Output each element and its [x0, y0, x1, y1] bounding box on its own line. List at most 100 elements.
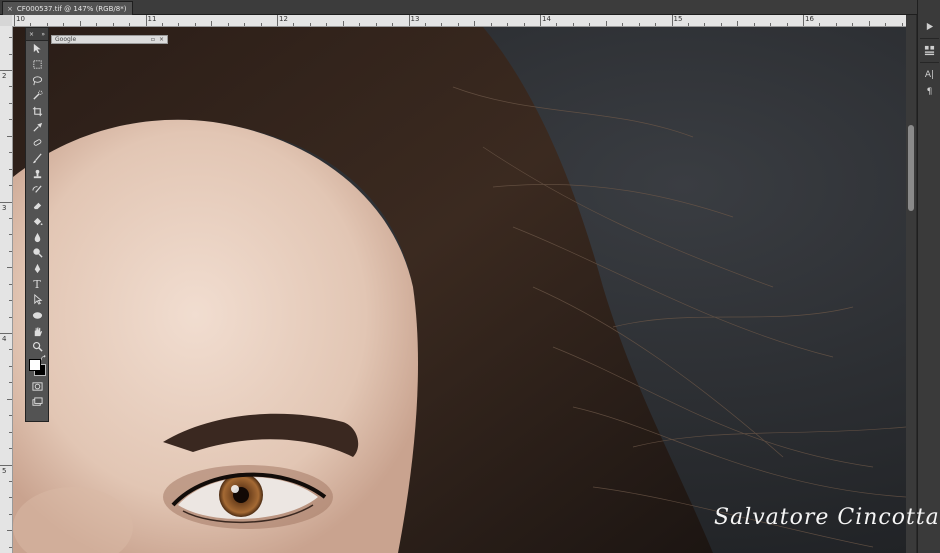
ruler-minor-tick: [737, 21, 739, 26]
tools-panel-header[interactable]: × »: [26, 28, 48, 41]
ruler-minor-tick: [79, 21, 81, 26]
ruler-minor-tick: [9, 152, 12, 154]
path-selection-tool[interactable]: [26, 292, 48, 308]
panel-close-icon[interactable]: ×: [29, 31, 34, 38]
ruler-minor-tick: [852, 23, 854, 26]
panel-close-icon[interactable]: ×: [159, 36, 164, 43]
foreground-color-swatch[interactable]: [29, 358, 41, 371]
color-swatches[interactable]: [26, 354, 48, 379]
ruler-minor-tick: [375, 23, 377, 26]
ruler-major-tick: [803, 15, 804, 26]
crop-tool[interactable]: [26, 104, 48, 120]
quick-selection-icon: [32, 90, 43, 101]
document-tab[interactable]: × CF000537.tif @ 147% (RGB/8*): [2, 1, 134, 15]
ruler-minor-tick: [9, 546, 12, 548]
move-tool[interactable]: [26, 41, 48, 57]
panel-collapse-icon[interactable]: »: [41, 31, 45, 38]
ruler-minor-tick: [655, 23, 657, 26]
dodge-tool[interactable]: [26, 245, 48, 261]
close-tab-icon[interactable]: ×: [7, 5, 13, 13]
ruler-minor-tick: [9, 37, 12, 39]
bandage-icon: [33, 139, 41, 147]
ruler-minor-tick: [7, 398, 12, 400]
ruler-minor-tick: [9, 365, 12, 367]
ruler-major-tick: [0, 333, 12, 334]
paint-bucket-tool[interactable]: [26, 214, 48, 230]
ruler-major-tick: [408, 15, 410, 26]
quick-selection-tool[interactable]: [26, 88, 48, 104]
ruler-minor-tick: [9, 497, 12, 499]
ruler-minor-tick: [457, 23, 459, 26]
hand-icon: [34, 327, 42, 336]
paragraph-icon: ¶: [926, 86, 933, 97]
ruler-minor-tick: [885, 23, 887, 26]
eyedropper-tool[interactable]: [26, 119, 48, 135]
type-tool[interactable]: T: [26, 276, 48, 292]
hand-tool[interactable]: [26, 323, 48, 339]
swap-colors-icon[interactable]: [40, 354, 47, 362]
brush-tool[interactable]: [26, 151, 48, 167]
ruler-major-tick: [540, 15, 541, 26]
ruler-minor-tick: [622, 23, 624, 26]
ruler-minor-tick: [7, 267, 12, 269]
portrait-image: [13, 27, 906, 553]
document-canvas[interactable]: [13, 27, 906, 553]
ruler-minor-tick: [9, 168, 12, 170]
vertical-ruler[interactable]: 2 3 4 5: [0, 26, 13, 553]
ruler-minor-tick: [589, 23, 591, 26]
ruler-label: 15: [673, 15, 683, 23]
marquee-icon: [32, 60, 42, 69]
ruler-label: 16: [805, 15, 814, 23]
ruler-minor-tick: [30, 23, 32, 26]
play-icon: [926, 22, 934, 31]
zoom-tool[interactable]: [26, 339, 48, 355]
vertical-scrollbar[interactable]: [906, 15, 916, 553]
path-selection-icon: [33, 294, 42, 306]
google-panel[interactable]: Google ▫ ×: [51, 35, 168, 44]
ruler-major-tick: [0, 70, 12, 71]
crop-icon: [32, 107, 42, 117]
healing-brush-tool[interactable]: [26, 135, 48, 151]
ellipse-tool[interactable]: [26, 308, 48, 324]
horizontal-ruler[interactable]: 10 11 12 13 14 15 16: [12, 15, 906, 27]
character-icon: A|: [924, 69, 935, 80]
ruler-minor-tick: [129, 23, 131, 26]
ruler-minor-tick: [9, 316, 12, 318]
scrollbar-thumb[interactable]: [908, 125, 914, 211]
screen-mode-button[interactable]: [26, 394, 48, 410]
ruler-minor-tick: [9, 185, 12, 187]
ruler-minor-tick: [244, 23, 246, 26]
lasso-icon: [32, 76, 42, 85]
pen-tool[interactable]: [26, 261, 48, 277]
clone-stamp-tool[interactable]: [26, 167, 48, 183]
google-panel-title: Google: [55, 36, 77, 43]
ruler-minor-tick: [9, 349, 12, 351]
lasso-tool[interactable]: [26, 72, 48, 88]
pen-icon: [34, 263, 40, 274]
ruler-label: 3: [2, 203, 7, 212]
ruler-minor-tick: [9, 102, 12, 104]
ruler-minor-tick: [572, 23, 574, 26]
properties-panel-button[interactable]: [918, 42, 940, 59]
ruler-minor-tick: [293, 23, 295, 26]
panel-minimize-icon[interactable]: ▫: [151, 36, 155, 43]
ruler-minor-tick: [441, 23, 443, 26]
ellipse-icon: [32, 312, 42, 319]
dodge-icon: [32, 248, 43, 258]
history-brush-tool[interactable]: [26, 182, 48, 198]
marquee-tool[interactable]: [26, 57, 48, 73]
ruler-minor-tick: [342, 21, 344, 26]
eraser-tool[interactable]: [26, 198, 48, 214]
ruler-minor-tick: [9, 250, 12, 252]
ruler-major-tick: [145, 15, 147, 26]
expand-panels-button[interactable]: [918, 18, 940, 35]
ruler-major-tick: [277, 15, 278, 26]
quick-mask-button[interactable]: [26, 379, 48, 395]
ruler-minor-tick: [211, 21, 213, 26]
blur-tool[interactable]: [26, 229, 48, 245]
eyedropper-icon: [32, 122, 42, 132]
ruler-label: 14: [542, 15, 551, 23]
ruler-label: 13: [410, 15, 420, 23]
character-panel-button[interactable]: A|: [918, 66, 940, 83]
paragraph-panel-button[interactable]: ¶: [918, 83, 940, 100]
